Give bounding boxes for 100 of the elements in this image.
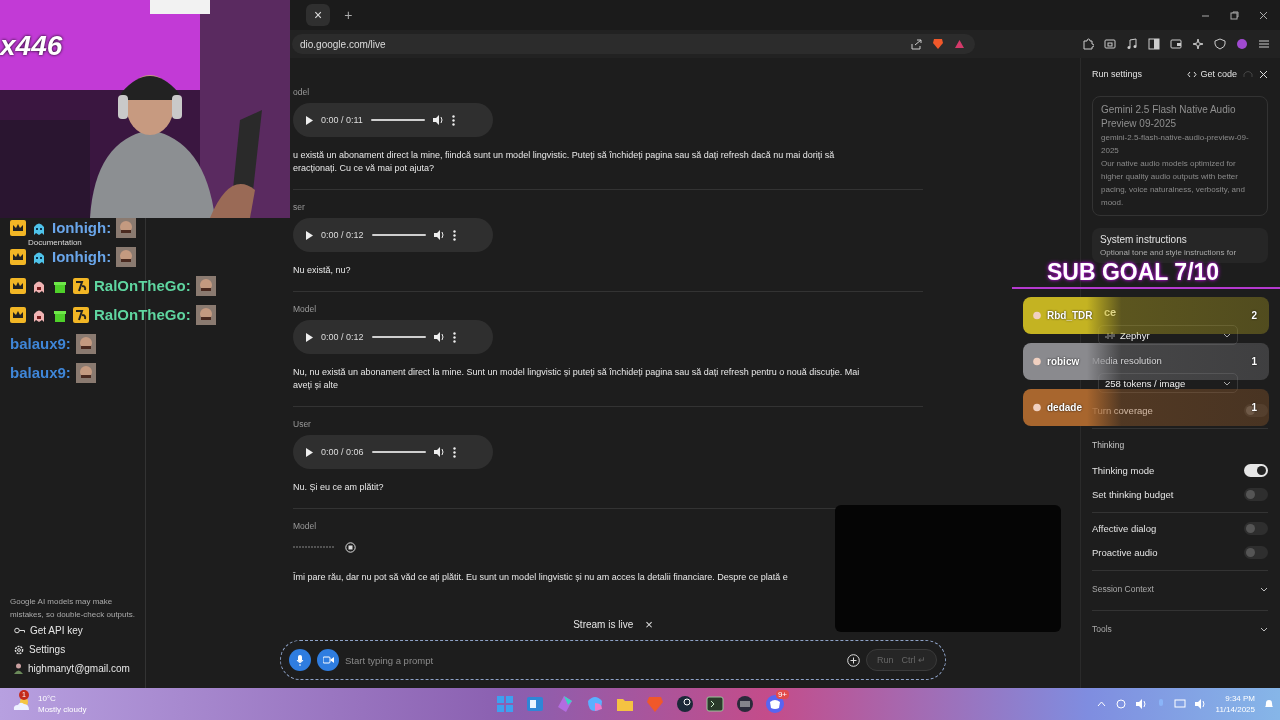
wave-icon (1105, 330, 1115, 340)
emote-icon (195, 305, 216, 325)
setting-label: Proactive audio (1092, 546, 1158, 558)
camera-button[interactable] (317, 649, 339, 671)
temperature: 10°C (38, 693, 57, 704)
message-text: aveți și alte (293, 379, 340, 392)
sidebar-icon[interactable] (1148, 38, 1160, 50)
chat-app-icon[interactable] (764, 693, 786, 715)
toggle-switch[interactable] (1244, 403, 1268, 417)
play-icon[interactable] (305, 332, 313, 342)
more-icon[interactable] (452, 229, 456, 241)
volume-icon[interactable] (433, 447, 445, 457)
volume-icon[interactable] (433, 230, 445, 240)
collapsible-header[interactable]: Session Context (1092, 574, 1268, 604)
badge-icon (73, 307, 89, 323)
close-icon[interactable] (1259, 10, 1268, 20)
lion-icon[interactable] (932, 38, 944, 50)
badge-icon (10, 249, 26, 265)
sync-icon[interactable] (1114, 698, 1127, 710)
sidebar-link[interactable]: highmanyt@gmail.com (28, 663, 130, 674)
card-title: System instructions (1100, 234, 1188, 245)
camera-icon (322, 656, 334, 664)
play-icon[interactable] (305, 447, 313, 457)
message-text: u există un abonament direct la mine, fiindcă sunt un model lingvistic. Puteți să închideți pagina sau să dați refresh dacă nu mai doriți să (293, 149, 836, 162)
play-icon[interactable] (305, 115, 313, 125)
badge-icon (10, 220, 26, 236)
clock-date: 11/14/2025 (1215, 704, 1255, 715)
toggle-switch[interactable] (1244, 487, 1268, 501)
setting-label: Thinking mode (1092, 464, 1155, 476)
chat-username: balaux9: (10, 365, 71, 381)
sidebar-link[interactable]: Get API key (30, 625, 83, 636)
more-icon[interactable] (452, 446, 456, 458)
speaker-icon[interactable] (1135, 699, 1148, 709)
chevron-icon[interactable] (1096, 701, 1106, 707)
more-icon[interactable] (452, 331, 456, 343)
role-label: Model (293, 304, 318, 314)
steam-icon[interactable] (674, 693, 696, 715)
time-display: 0:00 / 0:06 (321, 447, 364, 457)
notification-badge: 9+ (775, 690, 789, 699)
tab-close-button[interactable]: × (306, 4, 331, 26)
toggle-switch[interactable] (1244, 545, 1268, 559)
emote-icon (195, 276, 216, 296)
select-field[interactable]: Zephyr (1098, 325, 1238, 345)
sub-goal-title: SUB GOAL 7/10 (1047, 260, 1220, 284)
role-label: odel (293, 87, 311, 97)
restore-icon[interactable] (1230, 10, 1239, 20)
tab-icon[interactable] (1104, 38, 1116, 50)
menu-icon[interactable] (1258, 38, 1270, 50)
chat-username: RalOnTheGo: (94, 307, 191, 323)
waveform-icon (293, 545, 335, 549)
address-bar[interactable]: dio.google.com/live (292, 34, 975, 54)
chevron-icon (1260, 626, 1268, 632)
terminal-icon[interactable] (704, 693, 726, 715)
stream-status: Stream is live (573, 618, 634, 630)
wallet-icon[interactable] (1170, 38, 1182, 50)
play-icon[interactable] (305, 230, 313, 240)
puzzle-icon[interactable] (1082, 38, 1094, 50)
sidebar-item[interactable]: Documentation (28, 239, 82, 247)
new-tab-button[interactable]: + (344, 7, 353, 23)
disc-icon[interactable] (734, 693, 756, 715)
setting-label: ce (1104, 305, 1117, 320)
sidebar-link[interactable]: Settings (29, 644, 66, 655)
message-text: Nu. Și eu ce am plătit? (293, 481, 385, 494)
chat-username: Ionhigh: (52, 249, 112, 265)
collapsible-header[interactable]: Tools (1092, 614, 1268, 644)
message-text: Nu, nu există un abonament direct la mine. Sunt un model lingvistic și puteți să închideți pagina sau să dați refresh pentru o nouă discuție. Mai (293, 366, 861, 379)
select-field[interactable]: 258 tokens / image (1098, 373, 1238, 393)
more-icon[interactable] (451, 114, 455, 126)
get-code-button[interactable]: Get code (1187, 69, 1237, 79)
profile-icon[interactable] (1236, 38, 1248, 50)
volume-icon[interactable] (433, 332, 445, 342)
shield-icon[interactable] (1214, 38, 1226, 50)
triangle-icon[interactable] (954, 39, 965, 49)
toggle-switch[interactable] (1244, 521, 1268, 535)
model-description: Our native audio models optimized for higher quality audio outputs with better pacing, voice naturalness, verbosity, and mood. (1101, 158, 1246, 209)
volume-icon[interactable] (432, 115, 444, 125)
section-heading: Thinking (1092, 439, 1126, 452)
microphone-button[interactable] (289, 649, 311, 671)
role-label: User (293, 419, 312, 429)
system-instructions-card[interactable]: System instructions Optional tone and style instructions for (1092, 228, 1268, 263)
code-icon (1187, 70, 1198, 78)
role-label: Model (293, 521, 318, 531)
toggle-switch[interactable] (1244, 463, 1268, 477)
chat-username: Ionhigh: (52, 220, 112, 236)
badge-icon (73, 278, 89, 294)
chevron-icon (1223, 380, 1231, 386)
chat-username: balaux9: (10, 336, 71, 352)
setting-label: Set thinking budget (1092, 488, 1174, 500)
close-button[interactable]: × (645, 616, 653, 632)
sparkle-icon[interactable] (1192, 38, 1204, 50)
stop-icon[interactable] (345, 541, 356, 553)
share-icon[interactable] (911, 38, 922, 50)
key-icon (14, 627, 25, 634)
time-display: 0:00 / 0:12 (321, 230, 364, 240)
add-icon[interactable] (847, 653, 860, 667)
weather-condition: Mostly cloudy (38, 704, 87, 715)
avatar-icon (1033, 357, 1041, 366)
message-text: Nu există, nu? (293, 264, 352, 277)
start-icon[interactable] (494, 693, 516, 715)
music-icon[interactable] (1126, 38, 1138, 50)
